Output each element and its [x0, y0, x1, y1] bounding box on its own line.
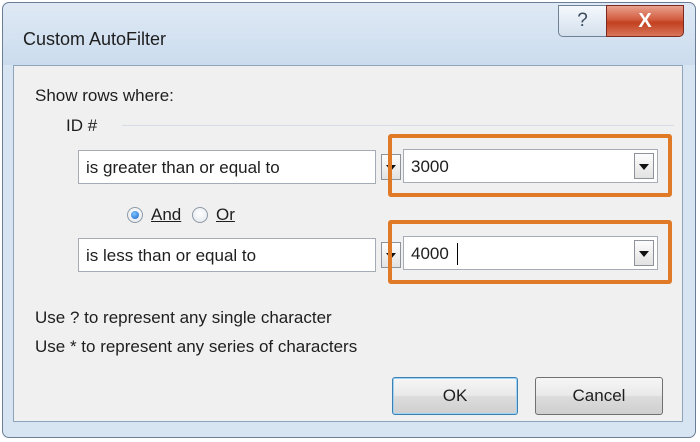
help-button[interactable]: ?: [558, 5, 606, 37]
hint-single-character: Use ? to represent any single character: [35, 308, 332, 327]
cancel-button[interactable]: Cancel: [535, 377, 663, 415]
condition2-value: 4000: [411, 244, 449, 263]
close-icon: X: [638, 10, 652, 32]
and-radio[interactable]: [127, 207, 143, 223]
condition1-value-input[interactable]: 3000: [403, 149, 658, 183]
condition2-operator-value: is less than or equal to: [86, 246, 257, 265]
or-radio-label[interactable]: Or: [216, 205, 235, 225]
ok-button[interactable]: OK: [392, 377, 518, 415]
show-rows-label: Show rows where:: [35, 86, 174, 105]
group-divider: [122, 125, 674, 126]
condition2-operator-select[interactable]: is less than or equal to: [78, 238, 376, 272]
text-caret: [457, 243, 458, 265]
chevron-down-icon: [639, 251, 649, 257]
dialog-body: Show rows where: ID # is greater than or…: [13, 65, 683, 422]
dialog-title: Custom AutoFilter: [23, 29, 167, 49]
help-icon: ?: [577, 10, 588, 31]
condition1-operator-value: is greater than or equal to: [86, 158, 280, 177]
chevron-down-icon: [639, 164, 649, 170]
condition2-value-input[interactable]: 4000: [403, 236, 658, 270]
or-radio[interactable]: [192, 207, 208, 223]
radio-selected-dot: [131, 211, 139, 219]
close-button[interactable]: X: [606, 5, 684, 37]
condition2-value-dropdown[interactable]: [634, 240, 654, 266]
title-bar: Custom AutoFilter ? X: [3, 3, 695, 65]
custom-autofilter-dialog: Custom AutoFilter ? X Show rows where: I…: [2, 2, 696, 438]
condition1-operator-select[interactable]: is greater than or equal to: [78, 150, 376, 184]
condition1-value-dropdown[interactable]: [634, 153, 654, 179]
and-radio-label[interactable]: And: [151, 205, 181, 225]
condition1-value: 3000: [411, 157, 449, 176]
field-name-label: ID #: [66, 116, 98, 135]
hint-series-characters: Use * to represent any series of charact…: [35, 337, 358, 356]
